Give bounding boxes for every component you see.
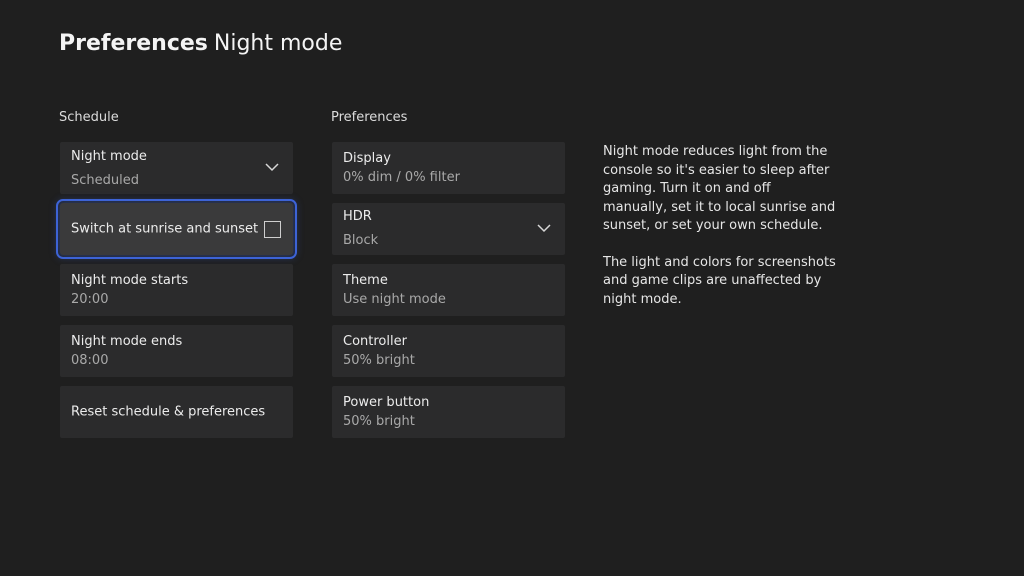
night-mode-page: Preferences Night mode Schedule Night mod… <box>0 0 1024 576</box>
page-title: Preferences Night mode <box>59 31 342 56</box>
theme-button[interactable]: Theme Use night mode <box>332 264 565 316</box>
night-mode-starts-title: Night mode starts <box>71 273 189 288</box>
info-paragraph: The light and colors for screenshots and… <box>603 254 836 307</box>
hdr-title: HDR <box>343 209 372 224</box>
chevron-down-icon <box>537 224 551 233</box>
controller-button[interactable]: Controller 50% bright <box>332 325 565 377</box>
display-button[interactable]: Display 0% dim / 0% filter <box>332 142 565 194</box>
display-title: Display <box>343 151 391 166</box>
power-button-value: 50% bright <box>343 414 415 429</box>
controller-title: Controller <box>343 334 407 349</box>
breadcrumb-section: Preferences <box>59 31 208 56</box>
reset-schedule-label: Reset schedule & preferences <box>71 404 266 420</box>
night-mode-ends-button[interactable]: Night mode ends 08:00 <box>60 325 293 377</box>
reset-schedule-button[interactable]: Reset schedule & preferences <box>60 386 293 438</box>
theme-value: Use night mode <box>343 292 446 307</box>
power-button-button[interactable]: Power button 50% bright <box>332 386 565 438</box>
hdr-dropdown[interactable]: HDR Block <box>332 203 565 255</box>
preferences-heading: Preferences <box>331 110 408 125</box>
night-mode-dropdown[interactable]: Night mode Scheduled <box>60 142 293 194</box>
night-mode-starts-value: 20:00 <box>71 292 109 307</box>
sunrise-sunset-checkbox[interactable] <box>264 221 281 238</box>
info-paragraph: Night mode reduces light from the consol… <box>603 144 836 233</box>
info-panel: Night mode reduces light from the consol… <box>603 143 838 309</box>
display-value: 0% dim / 0% filter <box>343 170 460 185</box>
night-mode-starts-button[interactable]: Night mode starts 20:00 <box>60 264 293 316</box>
sunrise-sunset-toggle[interactable]: Switch at sunrise and sunset <box>56 199 297 259</box>
schedule-heading: Schedule <box>59 110 119 125</box>
night-mode-ends-title: Night mode ends <box>71 334 183 349</box>
night-mode-title: Night mode <box>71 149 147 164</box>
hdr-value: Block <box>343 233 379 248</box>
night-mode-ends-value: 08:00 <box>71 353 109 368</box>
night-mode-value: Scheduled <box>71 173 139 188</box>
controller-value: 50% bright <box>343 353 415 368</box>
sunrise-sunset-label: Switch at sunrise and sunset <box>71 221 259 237</box>
theme-title: Theme <box>343 273 388 288</box>
chevron-down-icon <box>265 163 279 172</box>
power-button-title: Power button <box>343 395 430 410</box>
breadcrumb-page: Night mode <box>213 31 343 56</box>
